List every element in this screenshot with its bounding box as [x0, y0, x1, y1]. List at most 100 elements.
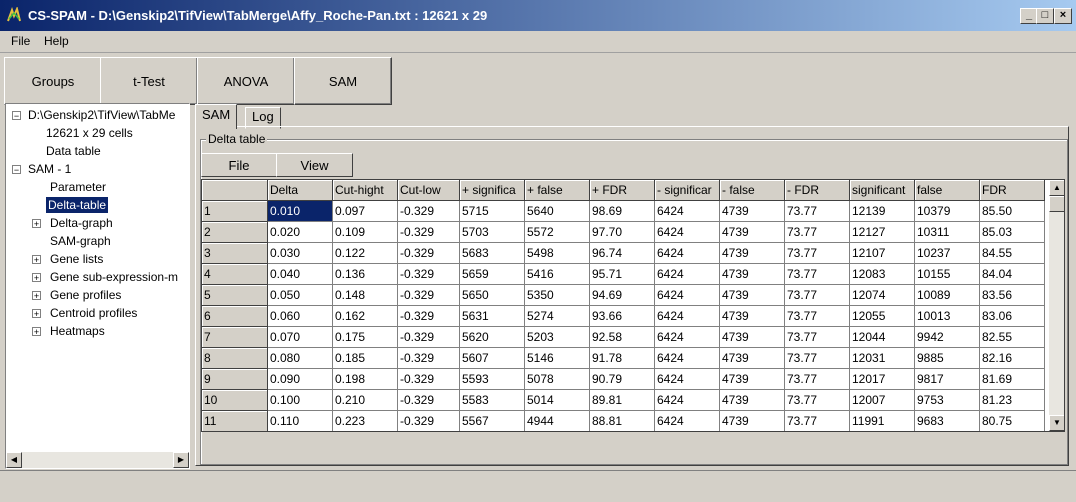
table-cell[interactable]: 12017 — [850, 369, 915, 390]
table-cell[interactable]: -0.329 — [398, 306, 460, 327]
table-cell[interactable]: 73.77 — [785, 411, 850, 431]
table-cell[interactable]: 5640 — [525, 201, 590, 222]
table-cell[interactable]: 5014 — [525, 390, 590, 411]
table-cell[interactable]: 6424 — [655, 327, 720, 348]
table-cell[interactable]: 5620 — [460, 327, 525, 348]
tree-item-gene-profiles[interactable]: Gene profiles — [50, 287, 121, 303]
table-cell[interactable]: 10089 — [915, 285, 980, 306]
table-cell[interactable]: 82.16 — [980, 348, 1045, 369]
table-cell[interactable]: 4739 — [720, 201, 785, 222]
table-cell[interactable]: 12074 — [850, 285, 915, 306]
table-cell[interactable]: 5416 — [525, 264, 590, 285]
table-cell[interactable]: 0.050 — [268, 285, 333, 306]
row-header[interactable]: 3 — [202, 243, 268, 264]
table-cell[interactable]: 6424 — [655, 264, 720, 285]
table-cell[interactable]: 9817 — [915, 369, 980, 390]
table-cell[interactable]: 10155 — [915, 264, 980, 285]
scroll-thumb[interactable] — [1049, 196, 1064, 212]
table-cell[interactable]: 4944 — [525, 411, 590, 431]
column-header[interactable]: Delta — [268, 180, 333, 201]
table-cell[interactable]: 6424 — [655, 285, 720, 306]
table-cell[interactable]: 73.77 — [785, 327, 850, 348]
table-cell[interactable]: 6424 — [655, 348, 720, 369]
table-cell[interactable]: 0.175 — [333, 327, 398, 348]
table-cell[interactable]: 4739 — [720, 390, 785, 411]
table-cell[interactable]: 0.090 — [268, 369, 333, 390]
table-cell[interactable]: 6424 — [655, 369, 720, 390]
table-cell[interactable]: 12127 — [850, 222, 915, 243]
column-header[interactable]: Cut-low — [398, 180, 460, 201]
column-header[interactable] — [202, 180, 268, 201]
table-cell[interactable]: 82.55 — [980, 327, 1045, 348]
table-cell[interactable]: 95.71 — [590, 264, 655, 285]
scroll-down-icon[interactable]: ▼ — [1049, 415, 1064, 431]
column-header[interactable]: - significar — [655, 180, 720, 201]
table-cell[interactable]: 5607 — [460, 348, 525, 369]
table-cell[interactable]: 9683 — [915, 411, 980, 431]
table-cell[interactable]: 0.109 — [333, 222, 398, 243]
table-cell[interactable]: 4739 — [720, 306, 785, 327]
table-cell[interactable]: 0.198 — [333, 369, 398, 390]
tree-item-centroid-profiles[interactable]: Centroid profiles — [50, 305, 137, 321]
table-cell[interactable]: 0.060 — [268, 306, 333, 327]
column-header[interactable]: - FDR — [785, 180, 850, 201]
table-cell[interactable]: -0.329 — [398, 390, 460, 411]
table-cell[interactable]: 0.070 — [268, 327, 333, 348]
table-cell[interactable]: 5683 — [460, 243, 525, 264]
t-test-button[interactable]: t-Test — [100, 57, 198, 105]
table-cell[interactable]: 4739 — [720, 411, 785, 431]
tree-item-sam-graph[interactable]: SAM-graph — [50, 233, 111, 249]
close-button[interactable]: × — [1054, 8, 1072, 24]
row-header[interactable]: 7 — [202, 327, 268, 348]
table-cell[interactable]: 4739 — [720, 222, 785, 243]
row-header[interactable]: 6 — [202, 306, 268, 327]
table-cell[interactable]: 91.78 — [590, 348, 655, 369]
table-cell[interactable]: 0.040 — [268, 264, 333, 285]
table-cell[interactable]: 0.122 — [333, 243, 398, 264]
row-header[interactable]: 10 — [202, 390, 268, 411]
table-cell[interactable]: 0.162 — [333, 306, 398, 327]
table-cell[interactable]: 10311 — [915, 222, 980, 243]
row-header[interactable]: 11 — [202, 411, 268, 431]
table-cell[interactable]: 5659 — [460, 264, 525, 285]
table-cell[interactable]: 0.148 — [333, 285, 398, 306]
table-cell[interactable]: -0.329 — [398, 285, 460, 306]
table-cell[interactable]: 5203 — [525, 327, 590, 348]
table-cell[interactable]: -0.329 — [398, 243, 460, 264]
table-cell[interactable]: 12007 — [850, 390, 915, 411]
table-cell[interactable]: 6424 — [655, 201, 720, 222]
collapse-icon[interactable]: − — [12, 165, 21, 175]
row-header[interactable]: 5 — [202, 285, 268, 306]
expand-icon[interactable]: + — [32, 327, 41, 337]
table-cell[interactable]: 11991 — [850, 411, 915, 431]
table-cell[interactable]: 73.77 — [785, 222, 850, 243]
table-cell[interactable]: 9885 — [915, 348, 980, 369]
table-cell[interactable]: 12044 — [850, 327, 915, 348]
table-cell[interactable]: -0.329 — [398, 222, 460, 243]
delta-view-button[interactable]: View — [276, 153, 353, 177]
column-header[interactable]: Cut-hight — [333, 180, 398, 201]
table-cell[interactable]: 12083 — [850, 264, 915, 285]
grid-vertical-scrollbar[interactable]: ▲ ▼ — [1049, 180, 1064, 431]
table-cell[interactable]: 5572 — [525, 222, 590, 243]
table-cell[interactable]: 89.81 — [590, 390, 655, 411]
groups-button[interactable]: Groups — [4, 57, 102, 105]
table-cell[interactable]: 5631 — [460, 306, 525, 327]
expand-icon[interactable]: + — [32, 255, 41, 265]
table-cell[interactable]: 73.77 — [785, 390, 850, 411]
table-cell[interactable]: 4739 — [720, 348, 785, 369]
table-cell[interactable]: 5567 — [460, 411, 525, 431]
table-cell[interactable]: -0.329 — [398, 369, 460, 390]
table-cell[interactable]: 4739 — [720, 327, 785, 348]
table-cell[interactable]: 97.70 — [590, 222, 655, 243]
table-cell[interactable]: 73.77 — [785, 306, 850, 327]
table-cell[interactable]: 0.110 — [268, 411, 333, 431]
table-cell[interactable]: 6424 — [655, 411, 720, 431]
table-cell[interactable]: 85.03 — [980, 222, 1045, 243]
table-cell[interactable]: 0.080 — [268, 348, 333, 369]
delta-file-button[interactable]: File — [201, 153, 277, 177]
sam-button[interactable]: SAM — [294, 57, 392, 105]
tree-item-parameter[interactable]: Parameter — [50, 179, 106, 195]
table-cell[interactable]: 0.010 — [268, 201, 333, 222]
expand-icon[interactable]: + — [32, 273, 41, 283]
